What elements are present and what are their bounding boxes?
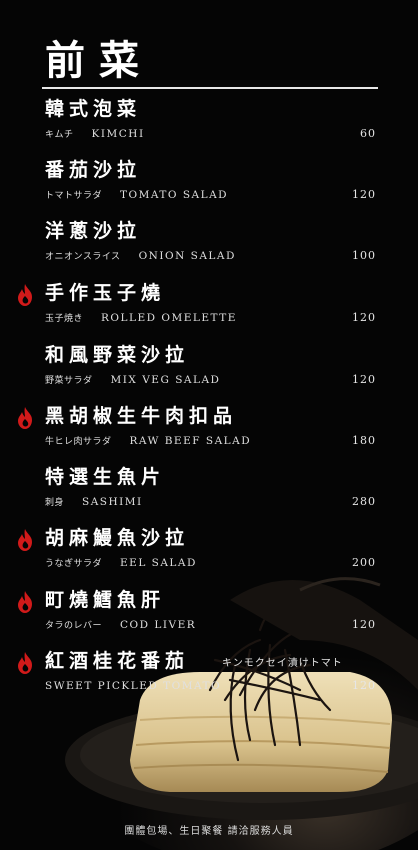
item-japanese-name: キムチ (45, 130, 74, 140)
item-japanese-name: 野菜サラダ (45, 376, 93, 386)
title-divider (42, 87, 378, 89)
menu-item: 韓式泡菜キムチ KIMCHI 60 (0, 96, 418, 156)
item-japanese-name: 牛ヒレ肉サラダ (45, 437, 112, 447)
flame-icon (18, 591, 32, 613)
item-price: 120 (352, 679, 376, 692)
item-english-name: TOMATO SALAD (120, 189, 229, 201)
item-price: 100 (352, 249, 376, 262)
item-price: 180 (352, 434, 376, 447)
item-subtitle: 刺身 SASHIMI (45, 495, 143, 510)
item-english-name: ONION SALAD (138, 250, 236, 262)
menu-page: 前菜 韓式泡菜キムチ KIMCHI 60 番茄沙拉トマトサラダ TOMATO SALAD… (0, 0, 418, 850)
item-name: 特選生魚片 (45, 466, 166, 488)
item-subtitle: 牛ヒレ肉サラダ RAW BEEF SALAD (45, 434, 251, 449)
item-price: 200 (352, 556, 376, 569)
flame-icon (18, 284, 32, 306)
menu-item: 特選生魚片刺身 SASHIMI 280 (0, 464, 418, 524)
item-name: 韓式泡菜 (45, 98, 142, 120)
item-price: 280 (352, 495, 376, 508)
footer-note: 團體包場、生日聚餐 請洽服務人員 (124, 826, 294, 837)
item-subtitle: キムチ KIMCHI (45, 127, 145, 142)
item-name: 胡麻鰻魚沙拉 (45, 527, 190, 549)
item-name: 黑胡椒生牛肉扣品 (45, 405, 238, 427)
item-japanese-name: 玉子焼き (45, 314, 84, 324)
item-subtitle: うなぎサラダ EEL SALAD (45, 556, 197, 571)
item-price: 120 (352, 618, 376, 631)
item-japanese-name: タラのレバー (45, 621, 103, 631)
item-name: 和風野菜沙拉 (45, 344, 190, 366)
item-price: 60 (360, 127, 376, 140)
item-japanese-name: トマトサラダ (45, 191, 103, 201)
menu-item: 紅酒桂花番茄 キンモクセイ漬けトマト SWEET PICKLED TOMATO 120 (0, 648, 418, 708)
item-japanese-name: 刺身 (45, 498, 65, 508)
item-english-name: RAW BEEF SALAD (129, 435, 252, 447)
item-english-name: EEL SALAD (120, 557, 197, 569)
menu-item: 町燒鱈魚肝タラのレバー COD LIVER 120 (0, 587, 418, 647)
item-subtitle: タラのレバー COD LIVER (45, 618, 196, 633)
item-subtitle: SWEET PICKLED TOMATO (45, 679, 221, 693)
item-english-name: SASHIMI (82, 496, 143, 508)
item-name: 洋蔥沙拉 (45, 220, 142, 242)
item-english-name: KIMCHI (91, 128, 145, 140)
item-subtitle: オニオンスライス ONION SALAD (45, 249, 236, 264)
item-name: 町燒鱈魚肝 (45, 589, 166, 611)
item-subtitle: 野菜サラダ MIX VEG SALAD (45, 373, 220, 388)
item-subtitle: トマトサラダ TOMATO SALAD (45, 188, 228, 203)
item-name: 紅酒桂花番茄 (45, 650, 190, 672)
item-japanese-name: うなぎサラダ (45, 559, 103, 569)
item-subtitle: 玉子焼き ROLLED OMELETTE (45, 311, 237, 326)
menu-item: 和風野菜沙拉野菜サラダ MIX VEG SALAD 120 (0, 342, 418, 402)
item-price: 120 (352, 311, 376, 324)
flame-icon (18, 529, 32, 551)
menu-item: 黑胡椒生牛肉扣品牛ヒレ肉サラダ RAW BEEF SALAD 180 (0, 403, 418, 463)
item-english-name: COD LIVER (120, 619, 197, 631)
item-english-name: MIX VEG SALAD (110, 374, 221, 386)
menu-item: 手作玉子燒玉子焼き ROLLED OMELETTE 120 (0, 280, 418, 340)
menu-item: 胡麻鰻魚沙拉うなぎサラダ EEL SALAD 200 (0, 525, 418, 585)
menu-item: 洋蔥沙拉オニオンスライス ONION SALAD 100 (0, 218, 418, 278)
item-name: 手作玉子燒 (45, 282, 166, 304)
item-side-note: キンモクセイ漬けトマト (222, 658, 343, 669)
item-name: 番茄沙拉 (45, 159, 142, 181)
flame-icon (18, 407, 32, 429)
item-price: 120 (352, 373, 376, 386)
item-english-name: SWEET PICKLED TOMATO (45, 680, 222, 692)
item-english-name: ROLLED OMELETTE (101, 312, 237, 324)
item-japanese-name: オニオンスライス (45, 252, 121, 262)
item-price: 120 (352, 188, 376, 201)
page-title: 前菜 (45, 37, 153, 84)
flame-icon (18, 652, 32, 674)
menu-item: 番茄沙拉トマトサラダ TOMATO SALAD 120 (0, 157, 418, 217)
